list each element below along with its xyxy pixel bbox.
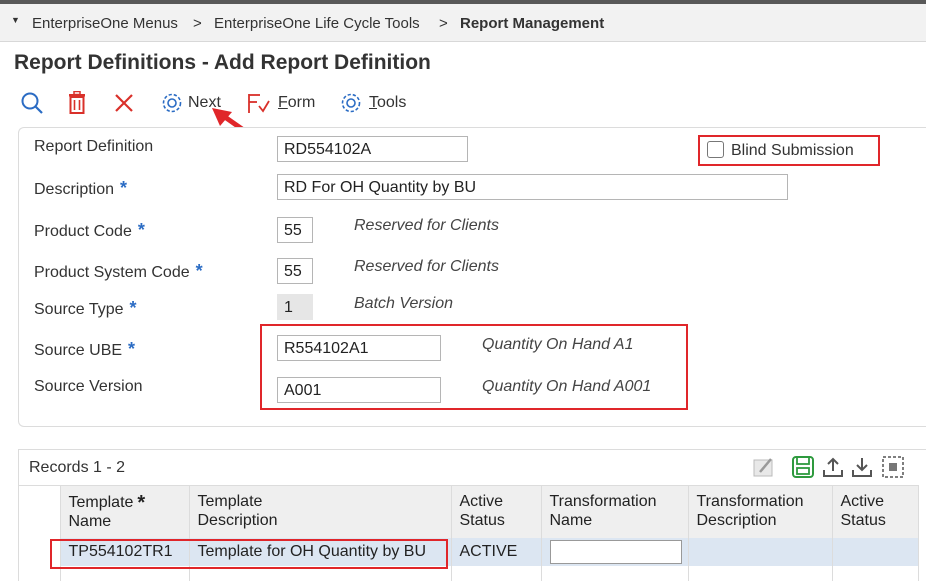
breadcrumb-separator: >	[193, 15, 202, 32]
active-status-cell: ACTIVE	[451, 537, 542, 566]
trash-icon	[69, 91, 85, 114]
product-system-code-description: Reserved for Clients	[354, 258, 499, 275]
grid-layout-icon[interactable]	[880, 454, 906, 480]
gear-icon	[341, 93, 361, 113]
source-ube-description: Quantity On Hand A1	[482, 336, 634, 353]
column-header-template-name[interactable]: Template * Name	[60, 485, 190, 538]
download-icon[interactable]	[849, 454, 875, 480]
source-type-label: Source Type *	[34, 298, 137, 318]
transformation-name-cell[interactable]	[541, 537, 689, 566]
column-header-template-description[interactable]: Template Description	[189, 485, 452, 538]
column-header-transformation-name[interactable]: Transformation Name	[541, 485, 689, 538]
breadcrumb-item-current: Report Management	[460, 15, 605, 32]
form-label: Form	[278, 94, 316, 111]
product-system-code-label: Product System Code *	[34, 261, 203, 281]
page-title: Report Definitions - Add Report Definiti…	[14, 51, 431, 74]
required-marker: *	[137, 492, 146, 514]
template-row-highlight	[50, 539, 448, 569]
source-type-field: 1	[277, 294, 313, 320]
grid-header-bar: Records 1 - 2	[19, 450, 926, 485]
source-ube-field[interactable]: R554102A1	[277, 335, 441, 361]
records-count: Records 1 - 2	[29, 459, 126, 476]
transformation-name-cell[interactable]	[541, 565, 689, 581]
toolbar: Next Form Tools	[0, 86, 926, 153]
required-marker: *	[129, 298, 137, 318]
transformation-description-cell	[688, 537, 833, 566]
breadcrumb-separator: >	[439, 15, 448, 32]
product-code-label: Product Code *	[34, 220, 145, 240]
delete-button[interactable]	[67, 86, 87, 120]
required-marker: *	[195, 261, 203, 281]
cancel-button[interactable]	[114, 86, 134, 120]
required-marker: *	[128, 339, 136, 359]
required-marker: *	[120, 178, 128, 198]
close-icon	[115, 94, 133, 112]
breadcrumb: ▼ EnterpriseOne Menus > EnterpriseOne Li…	[0, 0, 926, 42]
gear-icon	[162, 93, 182, 113]
search-icon	[21, 92, 43, 114]
tools-menu-button[interactable]: Tools	[340, 86, 406, 120]
find-button[interactable]	[20, 86, 44, 120]
product-code-description: Reserved for Clients	[354, 217, 499, 234]
records-grid-panel: Records 1 - 2 Template * Name Template D…	[18, 449, 926, 581]
active-status-2-cell	[832, 537, 919, 566]
source-ube-label: Source UBE *	[34, 339, 136, 359]
column-header-active-status[interactable]: Active Status	[451, 485, 542, 538]
column-header-transformation-description[interactable]: Transformation Description	[688, 485, 833, 538]
upload-icon[interactable]	[820, 454, 846, 480]
column-header-active-status-2[interactable]: Active Status	[832, 485, 919, 538]
active-status-cell	[451, 565, 542, 581]
product-system-code-field[interactable]: 55	[277, 258, 313, 284]
required-marker: *	[137, 220, 145, 240]
header-form-panel: Report Definition RD554102A Blind Submis…	[18, 127, 926, 427]
breadcrumb-item-menus[interactable]: EnterpriseOne Menus	[32, 15, 178, 32]
row-selector-header	[19, 485, 61, 538]
blind-submission-checkbox[interactable]	[707, 141, 724, 158]
source-type-description: Batch Version	[354, 295, 454, 312]
source-version-label: Source Version	[34, 378, 143, 395]
blind-submission-label: Blind Submission	[731, 142, 854, 159]
transformation-name-input[interactable]	[549, 539, 682, 564]
report-definition-field[interactable]: RD554102A	[277, 136, 468, 162]
description-field[interactable]: RD For OH Quantity by BU	[277, 174, 788, 200]
caret-down-icon[interactable]: ▼	[11, 15, 20, 25]
top-border	[0, 0, 926, 4]
source-version-description: Quantity On Hand A001	[482, 378, 652, 395]
report-definition-label: Report Definition	[34, 138, 154, 155]
source-version-field[interactable]: A001	[277, 377, 441, 403]
edit-grid-icon[interactable]	[751, 454, 777, 480]
active-status-2-cell	[832, 565, 919, 581]
save-grid-icon[interactable]	[791, 454, 815, 480]
product-code-field[interactable]: 55	[277, 217, 313, 243]
description-label: Description *	[34, 178, 128, 198]
transformation-description-cell	[688, 565, 833, 581]
tools-label: Tools	[369, 94, 407, 111]
table-header-row: Template * Name Template Description Active…	[19, 485, 919, 538]
breadcrumb-item-lifecycle-tools[interactable]: EnterpriseOne Life Cycle Tools	[214, 15, 420, 32]
